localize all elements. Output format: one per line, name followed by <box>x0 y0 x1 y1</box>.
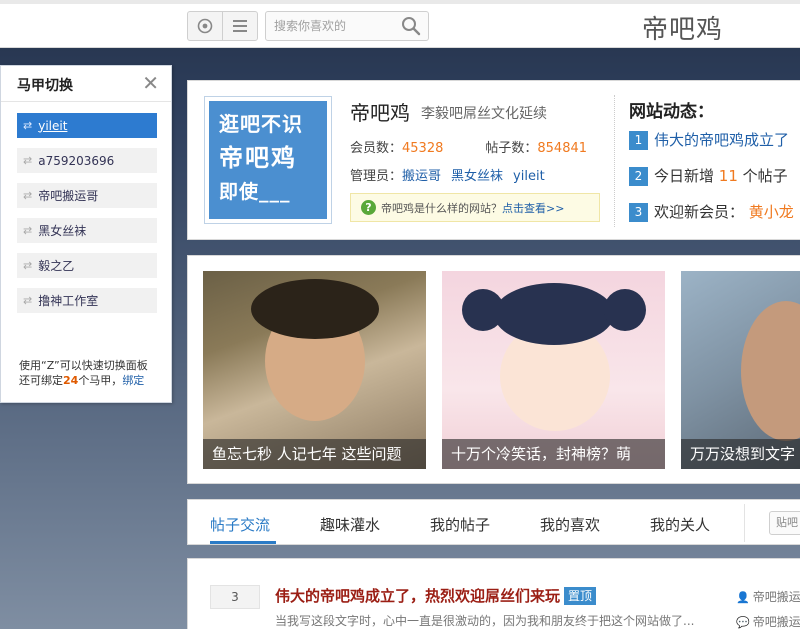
help-link[interactable]: 点击查看>> <box>502 200 564 216</box>
logo-line-2: 帝吧鸡 <box>219 144 297 172</box>
switch-icon: ⇄ <box>23 154 33 167</box>
pinned-badge: 置顶 <box>564 587 597 605</box>
featured-image[interactable]: 鱼忘七秒 人记七年 这些问题 <box>203 271 426 469</box>
account-label: 帝吧搬运哥 <box>38 189 99 203</box>
admin-link[interactable]: 黑女丝袜 <box>451 169 503 184</box>
admin-link[interactable]: yileit <box>513 169 545 184</box>
hair-shape <box>251 279 379 339</box>
reply-count: 3 <box>210 585 260 609</box>
site-stats: 会员数：45328 帖子数：854841 <box>350 141 588 156</box>
post-tabs: 帖子交流 趣味灌水 我的帖子 我的喜欢 我的关人 贴吧 <box>187 499 800 545</box>
user-icon: 👤 <box>736 591 750 604</box>
hair-bun-shape <box>462 289 504 331</box>
site-logo[interactable]: 帝吧鸡 <box>642 9 723 46</box>
search-icon[interactable] <box>400 15 422 37</box>
tab-my-likes[interactable]: 我的喜欢 <box>540 514 600 535</box>
news-link[interactable]: 伟大的帝吧鸡成立了 <box>654 131 789 149</box>
footer-bind-line: 还可绑定24个马甲，绑定 <box>19 374 145 387</box>
account-label: yileit <box>38 118 68 133</box>
site-logo-image: 逛吧不识 帝吧鸡 即使___ <box>204 96 332 224</box>
menu-button[interactable] <box>222 11 258 41</box>
bind-link[interactable]: 绑定 <box>122 374 144 387</box>
question-icon: ? <box>361 200 376 215</box>
logo-line-1: 逛吧不识 <box>219 112 303 136</box>
tab-my-posts[interactable]: 我的帖子 <box>430 514 490 535</box>
tab-fun[interactable]: 趣味灌水 <box>320 514 380 535</box>
news-number: 2 <box>629 167 648 186</box>
search-input[interactable] <box>274 17 394 35</box>
image-caption: 十万个冷笑话，封神榜？萌 <box>442 439 665 469</box>
hair-bun-shape <box>604 289 646 331</box>
site-name: 帝吧鸡 <box>350 101 410 125</box>
account-label: 撸神工作室 <box>38 294 99 308</box>
tab-my-follows[interactable]: 我的关人 <box>650 514 710 535</box>
target-button[interactable] <box>187 11 223 41</box>
news-number: 3 <box>629 203 648 222</box>
switch-icon: ⇄ <box>23 259 33 272</box>
news-item: 2 今日新增 11 个帖子 <box>629 165 788 186</box>
comment-icon: 💬 <box>736 616 750 629</box>
search-box <box>265 11 429 41</box>
new-member-link[interactable]: 黄小龙 <box>749 203 794 221</box>
account-item-6[interactable]: ⇄ 撸神工作室 <box>17 288 157 313</box>
account-item-a759203696[interactable]: ⇄ a759203696 <box>17 148 157 173</box>
site-slogan: 李毅吧屌丝文化延续 <box>421 106 547 122</box>
table-row: 3 伟大的帝吧鸡成立了，热烈欢迎屌丝们来玩 置顶 当我写这段文字时，心中一直是很激… <box>187 558 800 629</box>
news-item: 3 欢迎新会员： 黄小龙 <box>629 201 794 222</box>
image-caption: 鱼忘七秒 人记七年 这些问题 <box>203 439 426 469</box>
account-label: a759203696 <box>38 153 115 168</box>
panel-footer: 使用“Z”可以快速切换面板 还可绑定24个马甲，绑定 <box>19 358 148 388</box>
tab-posts[interactable]: 帖子交流 <box>210 514 270 535</box>
close-icon[interactable]: ✕ <box>142 71 159 95</box>
featured-images: 鱼忘七秒 人记七年 这些问题 十万个冷笑话，封神榜？萌 万万没想到文字 <box>187 255 800 484</box>
account-item-3[interactable]: ⇄ 帝吧搬运哥 <box>17 183 157 208</box>
menu-icon <box>233 20 247 32</box>
panel-title: 马甲切换 <box>17 78 73 94</box>
post-count: 854841 <box>537 141 588 156</box>
account-switch-panel: 马甲切换 ✕ ⇄ yileit ⇄ a759203696 ⇄ 帝吧搬运哥 ⇄ 黑… <box>0 65 172 403</box>
image-caption: 万万没想到文字 <box>681 439 800 469</box>
target-icon <box>197 18 213 34</box>
divider <box>614 95 615 227</box>
divider <box>744 504 745 542</box>
face-shape <box>741 301 800 441</box>
new-post-count: 11 <box>718 167 738 185</box>
admin-list: 管理员：搬运哥 黑女丝袜 yileit <box>350 169 545 184</box>
switch-icon: ⇄ <box>23 294 33 307</box>
account-item-5[interactable]: ⇄ 毅之乙 <box>17 253 157 278</box>
post-title[interactable]: 伟大的帝吧鸡成立了，热烈欢迎屌丝们来玩 置顶 <box>275 585 597 606</box>
hair-shape <box>494 283 614 345</box>
switch-icon: ⇄ <box>23 224 33 237</box>
logo-line-3: 即使___ <box>219 181 291 203</box>
news-number: 1 <box>629 131 648 150</box>
post-author[interactable]: 👤 帝吧搬运 <box>736 588 800 605</box>
tab-search-input[interactable]: 贴吧 <box>769 511 800 535</box>
featured-image[interactable]: 十万个冷笑话，封神榜？萌 <box>442 271 665 469</box>
help-bar: ? 帝吧鸡是什么样的网站？ 点击查看>> <box>350 193 600 222</box>
switch-icon: ⇄ <box>23 119 33 132</box>
account-item-yileit[interactable]: ⇄ yileit <box>17 113 157 138</box>
active-tab-indicator <box>210 541 276 544</box>
site-info-card: 逛吧不识 帝吧鸡 即使___ 帝吧鸡 李毅吧屌丝文化延续 会员数：45328 帖子… <box>187 80 800 240</box>
news-title: 网站动态： <box>629 102 714 122</box>
switch-icon: ⇄ <box>23 189 33 202</box>
admin-link[interactable]: 搬运哥 <box>402 169 441 184</box>
member-count: 45328 <box>402 141 444 156</box>
top-bar: 帝吧鸡 <box>0 0 800 48</box>
account-label: 毅之乙 <box>38 259 75 273</box>
footer-hint: 使用“Z”可以快速切换面板 <box>19 359 148 372</box>
top-strip <box>0 0 800 4</box>
account-item-4[interactable]: ⇄ 黑女丝袜 <box>17 218 157 243</box>
post-last-reply[interactable]: 💬 帝吧搬运 <box>736 613 800 629</box>
account-label: 黑女丝袜 <box>38 224 87 238</box>
featured-image[interactable]: 万万没想到文字 <box>681 271 800 469</box>
bind-count: 24 <box>63 374 79 387</box>
post-excerpt: 当我写这段文字时，心中一直是很激动的，因为我和朋友终于把这个网站做了... <box>275 614 695 628</box>
news-item: 1 伟大的帝吧鸡成立了 <box>629 129 789 150</box>
panel-header: 马甲切换 ✕ <box>1 66 171 102</box>
